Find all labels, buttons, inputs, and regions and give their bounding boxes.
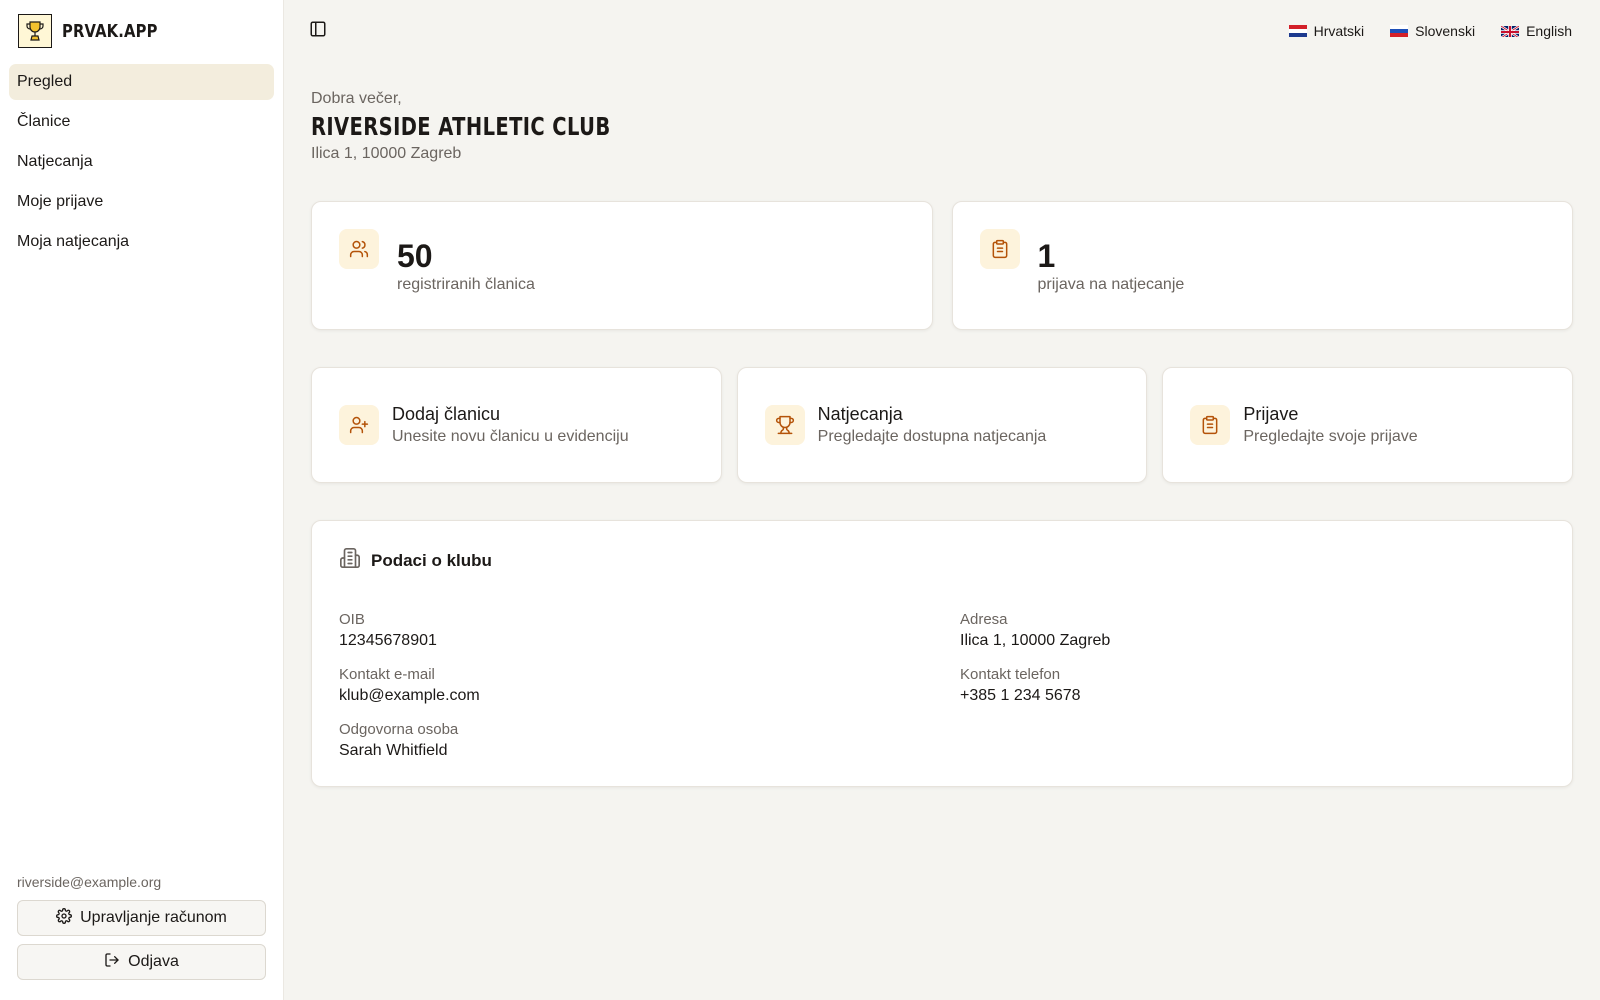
action-text: Natjecanja Pregledajte dostupna natjecan… <box>818 404 1047 446</box>
action-title: Prijave <box>1243 404 1299 424</box>
field-label: Kontakt e-mail <box>339 666 435 683</box>
main: Hrvatski Slovenski English Dobra večer, … <box>284 0 1600 1000</box>
field-person: Odgovorna osoba Sarah Whitfield <box>339 721 960 760</box>
club-address: Ilica 1, 10000 Zagreb <box>311 145 462 162</box>
action-title: Dodaj članicu <box>392 404 501 424</box>
action-desc: Pregledajte dostupna natjecanja <box>817 428 1047 445</box>
greeting: Dobra večer, <box>311 90 402 107</box>
applications-card[interactable]: Prijave Pregledajte svoje prijave <box>1162 367 1574 483</box>
brand-name: PRVAK.APP <box>62 20 158 42</box>
stat-card-applications: 1 prijava na natjecanje <box>951 201 1573 330</box>
trophy-logo-icon <box>18 14 52 48</box>
user-plus-icon <box>339 405 379 445</box>
field-label: OIB <box>339 611 365 628</box>
sidebar-item-moje-prijave[interactable]: Moje prijave <box>9 184 274 220</box>
field-phone: Kontakt telefon +385 1 234 5678 <box>960 666 1545 705</box>
logout-button[interactable]: Odjava <box>17 944 266 980</box>
action-title: Natjecanja <box>817 404 903 424</box>
clipboard-icon <box>979 228 1020 269</box>
lang-english[interactable]: English <box>1501 23 1572 39</box>
lang-slovenski-label: Slovenski <box>1415 23 1476 39</box>
stat-label: prijava na natjecanje <box>1037 275 1185 293</box>
language-switcher: Hrvatski Slovenski English <box>1288 23 1572 39</box>
sidebar-toggle-button[interactable] <box>304 17 332 45</box>
building-icon <box>339 547 361 574</box>
stats-row: 50 registriranih članica 1 prijava na na… <box>311 201 1573 330</box>
lang-hrvatski[interactable]: Hrvatski <box>1288 23 1365 39</box>
field-value: 12345678901 <box>339 632 437 649</box>
field-value: Sarah Whitfield <box>339 742 448 759</box>
sidebar-item-natjecanja[interactable]: Natjecanja <box>9 144 274 180</box>
users-icon <box>339 228 379 269</box>
stat-value: 1 <box>1037 237 1056 274</box>
logout-icon <box>104 952 120 973</box>
topbar: Hrvatski Slovenski English <box>284 0 1600 62</box>
brand[interactable]: PRVAK.APP <box>9 12 274 50</box>
club-info-header: Podaci o klubu <box>339 547 1545 574</box>
club-info-card: Podaci o klubu OIB 12345678901 Adresa Il… <box>311 520 1573 787</box>
competitions-card[interactable]: Natjecanja Pregledajte dostupna natjecan… <box>736 367 1148 483</box>
quick-actions: Dodaj članicu Unesite novu članicu u evi… <box>311 367 1574 483</box>
action-text: Dodaj članicu Unesite novu članicu u evi… <box>392 404 629 446</box>
clipboard-icon <box>1190 405 1231 445</box>
field-label: Kontakt telefon <box>960 666 1061 683</box>
sidebar-toggle-icon <box>309 20 327 43</box>
field-email: Kontakt e-mail klub@example.com <box>339 666 960 705</box>
stat-text: 1 prijava na natjecanje <box>1038 238 1185 294</box>
sidebar: PRVAK.APP Pregled Članice Natjecanja Moj… <box>0 0 284 1000</box>
manage-account-label: Upravljanje računom <box>80 909 227 926</box>
slovenia-flag-icon <box>1390 25 1409 37</box>
field-label: Odgovorna osoba <box>339 721 459 738</box>
lang-slovenski[interactable]: Slovenski <box>1390 23 1475 39</box>
lang-english-label: English <box>1526 23 1572 39</box>
action-desc: Unesite novu članicu u evidenciju <box>392 428 629 445</box>
action-text: Prijave Pregledajte svoje prijave <box>1243 404 1417 446</box>
stat-label: registriranih članica <box>397 275 535 293</box>
sidebar-footer: riverside@example.org Upravljanje računo… <box>9 874 274 988</box>
gear-icon <box>56 907 73 929</box>
sidebar-nav: Pregled Članice Natjecanja Moje prijave … <box>9 64 274 260</box>
logout-label: Odjava <box>128 953 179 970</box>
field-oib: OIB 12345678901 <box>339 611 960 650</box>
club-info-grid: OIB 12345678901 Adresa Ilica 1, 10000 Za… <box>339 611 1545 760</box>
croatia-flag-icon <box>1288 25 1307 37</box>
action-desc: Pregledajte svoje prijave <box>1243 428 1418 445</box>
sidebar-item-pregled[interactable]: Pregled <box>9 64 274 100</box>
page-title: RIVERSIDE ATHLETIC CLUB <box>311 112 611 141</box>
club-info-title: Podaci o klubu <box>371 550 492 570</box>
field-value: Ilica 1, 10000 Zagreb <box>960 632 1111 649</box>
sidebar-item-clanice[interactable]: Članice <box>9 104 274 140</box>
trophy-icon <box>764 405 805 445</box>
add-member-card[interactable]: Dodaj članicu Unesite novu članicu u evi… <box>311 367 722 483</box>
field-label: Adresa <box>960 611 1008 628</box>
stat-card-members: 50 registriranih članica <box>311 201 933 330</box>
app-root: PRVAK.APP Pregled Članice Natjecanja Moj… <box>0 0 1600 1000</box>
field-value: klub@example.com <box>339 687 480 704</box>
field-address: Adresa Ilica 1, 10000 Zagreb <box>960 611 1545 650</box>
stat-text: 50 registriranih članica <box>397 238 535 294</box>
stat-value: 50 <box>397 237 433 274</box>
lang-hrvatski-label: Hrvatski <box>1313 23 1365 39</box>
user-email: riverside@example.org <box>17 874 162 890</box>
uk-flag-icon <box>1501 25 1520 37</box>
field-value: +385 1 234 5678 <box>960 687 1081 704</box>
dashboard-content: Dobra večer, RIVERSIDE ATHLETIC CLUB Ili… <box>284 62 1600 787</box>
manage-account-button[interactable]: Upravljanje računom <box>17 900 266 936</box>
sidebar-item-moja-natjecanja[interactable]: Moja natjecanja <box>9 224 274 260</box>
